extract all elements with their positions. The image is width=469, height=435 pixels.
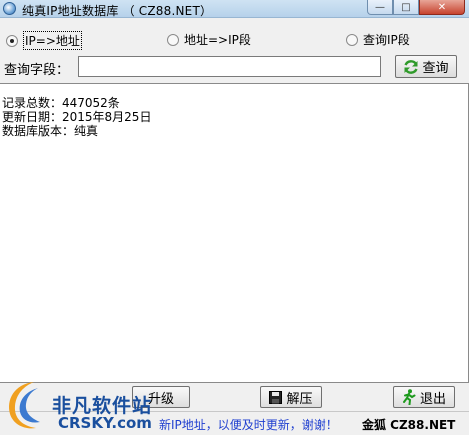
extract-button[interactable]: 解压 bbox=[260, 386, 322, 408]
maximize-icon: □ bbox=[401, 1, 411, 13]
maximize-button[interactable]: □ bbox=[393, 0, 419, 15]
watermark-en: CRSKY.com bbox=[58, 414, 152, 432]
author-label: 金狐 CZ88.NET bbox=[362, 418, 456, 432]
radio-selected-icon bbox=[6, 34, 18, 47]
close-button[interactable]: ✕ bbox=[419, 0, 465, 15]
query-input[interactable] bbox=[78, 56, 381, 77]
mode-radio-label: IP=>地址 bbox=[23, 31, 82, 50]
quit-button[interactable]: 退出 bbox=[393, 386, 455, 408]
close-icon: ✕ bbox=[437, 1, 447, 13]
extract-button-label: 解压 bbox=[286, 391, 313, 407]
minimize-icon: — bbox=[375, 1, 385, 13]
app-icon bbox=[3, 2, 16, 15]
refresh-icon bbox=[404, 59, 419, 74]
mode-radio-label: 查询IP段 bbox=[363, 33, 410, 47]
result-textarea[interactable]: 记录总数：447052条 更新日期：2015年8月25日 数据库版本：纯真 bbox=[0, 83, 469, 383]
query-button[interactable]: 查询 bbox=[395, 55, 457, 78]
mode-radio-label: 地址=>IP段 bbox=[184, 33, 251, 47]
save-icon bbox=[269, 390, 283, 404]
mode-radio-query-ip-range[interactable]: 查询IP段 bbox=[346, 31, 410, 48]
result-line-update-date: 更新日期：2015年8月25日 bbox=[2, 110, 152, 124]
mode-radio-address-to-ip[interactable]: 地址=>IP段 bbox=[167, 31, 251, 48]
minimize-button[interactable]: — bbox=[367, 0, 393, 15]
title-bar: 纯真IP地址数据库 （ CZ88.NET） — □ ✕ bbox=[0, 0, 469, 18]
quit-button-label: 退出 bbox=[419, 391, 446, 407]
window-title: 纯真IP地址数据库 （ CZ88.NET） bbox=[22, 4, 213, 18]
query-button-label: 查询 bbox=[422, 61, 449, 76]
running-man-icon bbox=[402, 389, 416, 405]
radio-icon bbox=[346, 33, 358, 46]
mode-radio-ip-to-address[interactable]: IP=>地址 bbox=[6, 31, 82, 50]
watermark-logo: 非凡软件站 CRSKY.com bbox=[0, 372, 160, 435]
swirl-logo-icon bbox=[9, 382, 40, 429]
result-line-record-count: 记录总数：447052条 bbox=[2, 96, 120, 110]
status-message: 新IP地址，以便及时更新，谢谢！ bbox=[159, 418, 338, 432]
query-panel: IP=>地址 地址=>IP段 查询IP段 查询字段： 查询 bbox=[0, 18, 469, 83]
radio-icon bbox=[167, 33, 179, 46]
result-line-db-version: 数据库版本：纯真 bbox=[2, 124, 99, 138]
query-field-label: 查询字段： bbox=[4, 63, 70, 78]
result-lines: 记录总数：447052条 更新日期：2015年8月25日 数据库版本：纯真 bbox=[2, 96, 151, 138]
